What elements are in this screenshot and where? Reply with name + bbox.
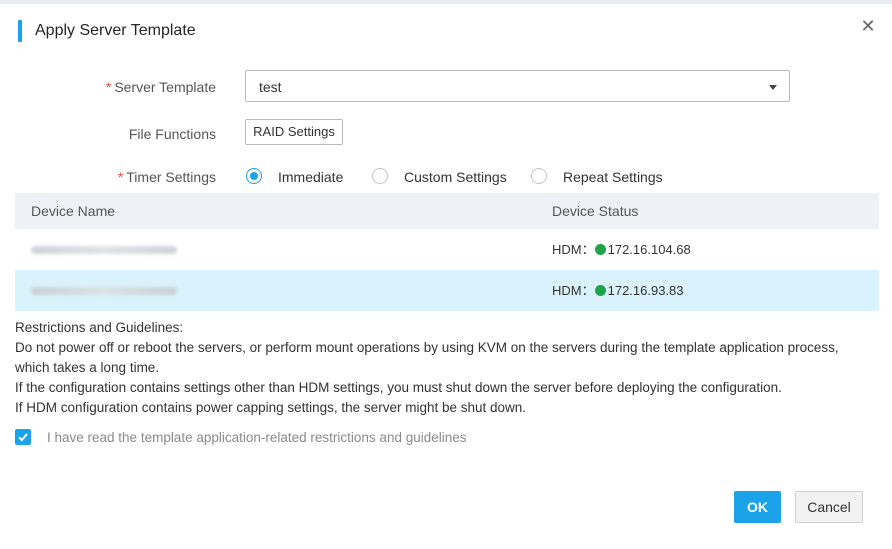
device-status: HDM： 172.16.93.83 [552, 283, 684, 298]
server-template-value: test [259, 79, 282, 95]
device-status: HDM： 172.16.104.68 [552, 242, 691, 257]
device-name-redacted [31, 287, 177, 295]
checkmark-icon [18, 433, 28, 442]
column-device-status: Device Status [552, 203, 639, 219]
guideline-line: If the configuration contains settings o… [15, 380, 782, 395]
guideline-line: Do not power off or reboot the servers, … [15, 340, 839, 375]
table-header: Device Name Device Status [15, 193, 879, 229]
background-strip [0, 0, 892, 4]
ok-button[interactable]: OK [734, 491, 781, 523]
radio-immediate[interactable] [246, 168, 262, 184]
acknowledge-label[interactable]: I have read the template application-rel… [47, 428, 467, 448]
status-ok-icon [594, 244, 606, 255]
close-icon[interactable]: ✕ [858, 16, 878, 36]
cancel-button[interactable]: Cancel [795, 491, 863, 523]
device-table: Device Name Device Status HDM： 172.16.104… [15, 193, 879, 311]
table-row[interactable]: HDM： 172.16.93.83 [15, 270, 879, 311]
guideline-line: If HDM configuration contains power capp… [15, 400, 527, 415]
file-functions-label: File Functions [128, 126, 216, 142]
table-row[interactable]: HDM： 172.16.104.68 [15, 229, 879, 270]
timer-settings-label: * Timer Settings [117, 169, 216, 185]
acknowledge-checkbox[interactable] [15, 429, 31, 445]
radio-repeat-settings[interactable] [531, 168, 547, 184]
dialog-title: Apply Server Template [35, 22, 196, 39]
status-ok-icon [594, 285, 606, 296]
radio-label-custom-settings[interactable]: Custom Settings [404, 167, 507, 187]
required-mark: * [105, 79, 112, 95]
server-template-select[interactable]: test [245, 70, 790, 102]
device-name-redacted [31, 246, 177, 254]
raid-settings-button[interactable]: RAID Settings [245, 119, 343, 145]
guidelines-heading: Restrictions and Guidelines: [15, 320, 184, 335]
server-template-label: * Server Template [105, 79, 216, 95]
restrictions-guidelines: Restrictions and Guidelines: Do not powe… [15, 318, 875, 418]
required-mark: * [117, 169, 124, 185]
radio-custom-settings[interactable] [372, 168, 388, 184]
radio-label-repeat-settings[interactable]: Repeat Settings [563, 167, 663, 187]
radio-label-immediate[interactable]: Immediate [278, 167, 343, 187]
title-accent-bar [18, 20, 22, 42]
column-device-name: Device Name [31, 203, 116, 219]
caret-down-icon [769, 85, 777, 90]
